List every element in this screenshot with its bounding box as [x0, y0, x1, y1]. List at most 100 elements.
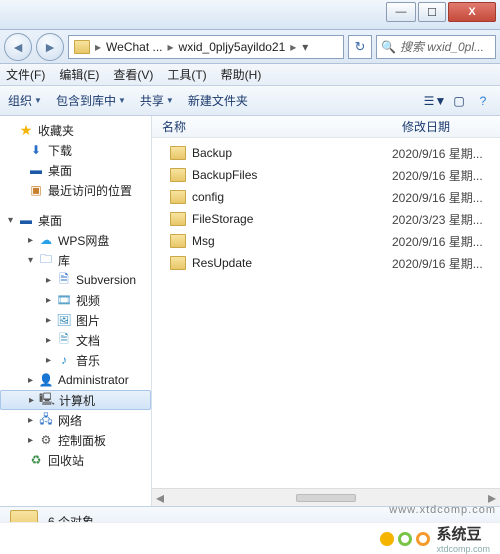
menu-view[interactable]: 查看(V): [113, 66, 153, 83]
maximize-button[interactable]: ☐: [418, 2, 446, 22]
network-icon: 🖧: [38, 412, 54, 428]
file-date: 2020/3/23 星期...: [392, 211, 483, 228]
minimize-button[interactable]: —: [386, 2, 416, 22]
breadcrumb[interactable]: ▸ WeChat ... ▸ wxid_0pljy5ayildo21 ▸ ▾: [68, 35, 344, 59]
chevron-right-icon: ▸: [288, 40, 298, 54]
menu-help[interactable]: 帮助(H): [221, 66, 262, 83]
tree-documents[interactable]: ▸🗎 文档: [0, 330, 151, 350]
tree-desktop[interactable]: ▬ 桌面: [0, 160, 151, 180]
folder-icon: [170, 256, 186, 270]
brand-sub: xtdcomp.com: [436, 544, 490, 554]
tree-libraries[interactable]: ▾🗀 库: [0, 250, 151, 270]
tree-recycle-bin[interactable]: ♻ 回收站: [0, 450, 151, 470]
file-name: Msg: [192, 234, 392, 248]
file-row[interactable]: ResUpdate2020/9/16 星期...: [152, 252, 500, 274]
library-icon: 🗀: [38, 252, 54, 268]
file-row[interactable]: Msg2020/9/16 星期...: [152, 230, 500, 252]
tree-desktop-group[interactable]: ▾▬ 桌面: [0, 210, 151, 230]
file-name: BackupFiles: [192, 168, 392, 182]
breadcrumb-segment-2[interactable]: wxid_0pljy5ayildo21: [176, 40, 289, 54]
file-row[interactable]: FileStorage2020/3/23 星期...: [152, 208, 500, 230]
search-input[interactable]: 🔍 搜索 wxid_0pl...: [376, 35, 496, 59]
folder-icon: [170, 168, 186, 182]
file-date: 2020/9/16 星期...: [392, 167, 483, 184]
folder-icon: [170, 212, 186, 226]
tree-control-panel[interactable]: ▸⚙ 控制面板: [0, 430, 151, 450]
folder-icon: [170, 146, 186, 160]
file-row[interactable]: config2020/9/16 星期...: [152, 186, 500, 208]
toolbar: 组织▼ 包含到库中▼ 共享▼ 新建文件夹 ☰▼ ▢ ?: [0, 86, 500, 116]
refresh-button[interactable]: ↻: [348, 35, 372, 59]
recycle-icon: ♻: [28, 452, 44, 468]
menu-edit[interactable]: 编辑(E): [59, 66, 99, 83]
toolbar-organize[interactable]: 组织▼: [8, 92, 42, 109]
column-headers: 名称 修改日期: [152, 116, 500, 138]
search-icon: 🔍: [381, 40, 396, 54]
main-pane: ★ 收藏夹 ⬇ 下载 ▬ 桌面 ▣ 最近访问的位置 ▾▬ 桌面 ▸☁ WPS网盘…: [0, 116, 500, 506]
breadcrumb-dropdown[interactable]: ▾: [298, 40, 312, 54]
file-name: FileStorage: [192, 212, 392, 226]
brand-name: 系统豆: [436, 523, 490, 544]
desktop-icon: ▬: [28, 162, 44, 178]
recent-icon: ▣: [28, 182, 44, 198]
tree-recent[interactable]: ▣ 最近访问的位置: [0, 180, 151, 200]
music-icon: ♪: [56, 352, 72, 368]
video-icon: 🎞: [56, 292, 72, 308]
close-button[interactable]: X: [448, 2, 496, 22]
file-date: 2020/9/16 星期...: [392, 145, 483, 162]
toolbar-include-in-library[interactable]: 包含到库中▼: [56, 92, 126, 109]
picture-icon: 🖼: [56, 312, 72, 328]
window-titlebar: — ☐ X: [0, 0, 500, 30]
search-placeholder: 搜索 wxid_0pl...: [400, 38, 484, 55]
file-list: 名称 修改日期 Backup2020/9/16 星期...BackupFiles…: [152, 116, 500, 506]
nav-tree: ★ 收藏夹 ⬇ 下载 ▬ 桌面 ▣ 最近访问的位置 ▾▬ 桌面 ▸☁ WPS网盘…: [0, 116, 152, 506]
tree-wps[interactable]: ▸☁ WPS网盘: [0, 230, 151, 250]
menu-tools[interactable]: 工具(T): [167, 66, 206, 83]
tree-subversion[interactable]: ▸🗎 Subversion: [0, 270, 151, 290]
tree-computer[interactable]: ▸🖳 计算机: [0, 390, 151, 410]
brand-logo-bar: 系统豆 xtdcomp.com: [0, 522, 500, 554]
help-button[interactable]: ?: [474, 92, 492, 110]
menubar: 文件(F) 编辑(E) 查看(V) 工具(T) 帮助(H): [0, 64, 500, 86]
file-name: config: [192, 190, 392, 204]
computer-icon: 🖳: [39, 392, 55, 408]
star-icon: ★: [18, 122, 34, 138]
file-row[interactable]: Backup2020/9/16 星期...: [152, 142, 500, 164]
scrollbar-grip[interactable]: [296, 494, 356, 502]
watermark-text: www.xtdcomp.com: [389, 504, 496, 516]
document-icon: 🗎: [56, 332, 72, 348]
folder-icon: [170, 234, 186, 248]
preview-pane-button[interactable]: ▢: [450, 92, 468, 110]
back-button[interactable]: ◄: [4, 33, 32, 61]
tree-administrator[interactable]: ▸👤 Administrator: [0, 370, 151, 390]
desktop-icon: ▬: [18, 212, 34, 228]
forward-button[interactable]: ►: [36, 33, 64, 61]
file-name: Backup: [192, 146, 392, 160]
file-name: ResUpdate: [192, 256, 392, 270]
view-options-button[interactable]: ☰▼: [426, 92, 444, 110]
chevron-right-icon: ▸: [166, 40, 176, 54]
tree-downloads[interactable]: ⬇ 下载: [0, 140, 151, 160]
gear-icon: ⚙: [38, 432, 54, 448]
toolbar-new-folder[interactable]: 新建文件夹: [188, 92, 248, 109]
user-icon: 👤: [38, 372, 54, 388]
tree-network[interactable]: ▸🖧 网络: [0, 410, 151, 430]
column-date[interactable]: 修改日期: [392, 118, 460, 135]
file-date: 2020/9/16 星期...: [392, 233, 483, 250]
tree-music[interactable]: ▸♪ 音乐: [0, 350, 151, 370]
folder-icon: [74, 40, 90, 54]
tree-videos[interactable]: ▸🎞 视频: [0, 290, 151, 310]
file-date: 2020/9/16 星期...: [392, 189, 483, 206]
folder-icon: [170, 190, 186, 204]
toolbar-share[interactable]: 共享▼: [140, 92, 174, 109]
tree-pictures[interactable]: ▸🖼 图片: [0, 310, 151, 330]
file-date: 2020/9/16 星期...: [392, 255, 483, 272]
tree-favorites[interactable]: ★ 收藏夹: [0, 120, 151, 140]
download-icon: ⬇: [28, 142, 44, 158]
menu-file[interactable]: 文件(F): [6, 66, 45, 83]
document-icon: 🗎: [56, 272, 72, 288]
column-name[interactable]: 名称: [152, 118, 392, 135]
file-row[interactable]: BackupFiles2020/9/16 星期...: [152, 164, 500, 186]
cloud-icon: ☁: [38, 232, 54, 248]
breadcrumb-segment-1[interactable]: WeChat ...: [103, 40, 165, 54]
